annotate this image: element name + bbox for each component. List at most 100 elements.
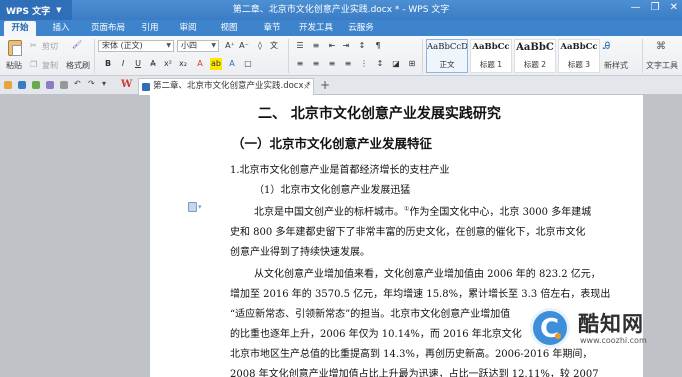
more-icon[interactable]: ▾ bbox=[102, 79, 106, 88]
body-line: 从文化创意产业增加值来看，文化创意产业增加值由 2006 年的 823.2 亿元… bbox=[254, 269, 601, 280]
body-line: 史和 800 多年建都史留下了非常丰富的历史文化，在创意的催化下，北京市文化 bbox=[230, 227, 586, 238]
tab-references[interactable]: 引用 bbox=[136, 21, 164, 36]
watermark: C 酷知网 www.coozhi.com bbox=[524, 300, 682, 377]
font-color-icon[interactable]: A bbox=[194, 58, 206, 70]
body-line: 北京是中国文创产业的标杆城市。①作为全国文化中心，北京 3000 多年建城 bbox=[254, 203, 591, 218]
heading-4: （1）北京市文化创意产业发展迅猛 bbox=[254, 185, 411, 196]
highlight-icon[interactable]: ab bbox=[210, 58, 222, 70]
sort-icon[interactable]: ↕ bbox=[356, 40, 368, 52]
italic-button[interactable]: I bbox=[117, 58, 129, 70]
watermark-brand: 酷知网 bbox=[578, 312, 644, 336]
wps-logo-icon: W bbox=[121, 79, 133, 90]
window-controls: — ❐ ✕ bbox=[631, 2, 678, 13]
text-effect-icon[interactable]: A bbox=[226, 58, 238, 70]
indent-increase-icon[interactable]: ⇥ bbox=[340, 40, 352, 52]
document-tab[interactable]: 第二章、北京市文化创意产业实践.docx * × bbox=[138, 78, 314, 95]
document-tab-bar: ↶ ↷ ▾ W 第二章、北京市文化创意产业实践.docx * × + bbox=[0, 76, 682, 95]
distributed-icon[interactable]: ⋮ bbox=[358, 58, 370, 70]
heading-1: 二、 北京市文化创意产业发展实践研究 bbox=[258, 106, 501, 122]
style-heading-3[interactable]: AaBbCc 标题 3 bbox=[558, 39, 600, 73]
grow-font-icon[interactable]: A⁺ bbox=[224, 40, 236, 52]
body-text: 北京是中国文创产业的标杆城市。 bbox=[254, 207, 404, 218]
tab-page-layout[interactable]: 页面布局 bbox=[86, 21, 130, 36]
strikethrough-icon[interactable]: A̶ bbox=[147, 58, 159, 70]
window-title: 第二章、北京市文化创意产业实践.docx * - WPS 文字 bbox=[232, 5, 450, 15]
char-border-icon[interactable]: ▢ bbox=[242, 58, 254, 70]
close-icon[interactable]: ✕ bbox=[670, 2, 678, 13]
tab-sections[interactable]: 章节 bbox=[258, 21, 286, 36]
tab-insert[interactable]: 插入 bbox=[44, 21, 78, 36]
superscript-icon[interactable]: x² bbox=[162, 58, 174, 70]
spellcheck-icon[interactable] bbox=[60, 81, 68, 89]
new-style-button[interactable]: 新样式 bbox=[604, 60, 628, 71]
align-right-icon[interactable]: ≡ bbox=[326, 58, 338, 70]
cut-button[interactable]: 剪切 bbox=[42, 41, 58, 52]
shrink-font-icon[interactable]: A⁻ bbox=[238, 40, 250, 52]
clear-format-icon[interactable]: ◊ bbox=[254, 40, 266, 52]
shading-icon[interactable]: ◪ bbox=[390, 58, 402, 70]
style-sample: AaBbCc bbox=[560, 42, 598, 52]
tab-review[interactable]: 审阅 bbox=[174, 21, 202, 36]
subscript-icon[interactable]: x₂ bbox=[177, 58, 189, 70]
font-name-value: 宋体 (正文) bbox=[102, 41, 143, 50]
logo-dot bbox=[555, 333, 561, 339]
align-left-icon[interactable]: ≡ bbox=[294, 58, 306, 70]
scissors-icon: ✂ bbox=[30, 41, 37, 50]
redo-icon[interactable]: ↷ bbox=[88, 79, 95, 88]
save-icon[interactable] bbox=[18, 81, 26, 89]
print-icon[interactable] bbox=[32, 81, 40, 89]
body-text: 作为全国文化中心，北京 3000 多年建城 bbox=[409, 207, 592, 218]
document-tab-label: 第二章、北京市文化创意产业实践.docx * bbox=[153, 81, 311, 91]
paste-button[interactable]: 粘贴 bbox=[6, 60, 22, 71]
font-name-select[interactable]: 宋体 (正文) ▼ bbox=[98, 40, 174, 52]
numbered-list-icon[interactable]: ≡ bbox=[310, 40, 322, 52]
tab-developer[interactable]: 开发工具 bbox=[296, 21, 336, 36]
tab-cloud[interactable]: 云服务 bbox=[344, 21, 378, 36]
title-bar: WPS 文字 ▼ 第二章、北京市文化创意产业实践.docx * - WPS 文字… bbox=[0, 0, 682, 20]
underline-button[interactable]: U bbox=[132, 58, 144, 70]
divider bbox=[94, 39, 95, 73]
tab-home[interactable]: 开始 bbox=[4, 21, 36, 36]
left-gutter bbox=[0, 95, 150, 377]
close-icon[interactable]: × bbox=[303, 79, 310, 94]
format-painter-button[interactable]: 格式刷 bbox=[66, 60, 90, 71]
undo-icon[interactable]: ↶ bbox=[74, 79, 81, 88]
style-heading-1[interactable]: AaBbCc 标题 1 bbox=[470, 39, 512, 73]
body-line: 的比重也逐年上升，2006 年仅为 10.14%，而 2016 年北京文化 bbox=[230, 329, 522, 340]
style-name: 标题 3 bbox=[567, 60, 591, 69]
preview-icon[interactable] bbox=[46, 81, 54, 89]
line-spacing-icon[interactable]: ↕ bbox=[374, 58, 386, 70]
align-center-icon[interactable]: ≡ bbox=[310, 58, 322, 70]
document-icon bbox=[142, 83, 150, 91]
style-heading-2[interactable]: AaBbC 标题 2 bbox=[514, 39, 556, 73]
logo-glyph: C bbox=[540, 314, 560, 344]
text-tools-icon: ⌘ bbox=[656, 41, 666, 52]
style-normal[interactable]: AaBbCcDd 正文 bbox=[426, 39, 468, 73]
paragraph-marker-icon[interactable] bbox=[188, 202, 197, 212]
style-name: 标题 2 bbox=[523, 60, 547, 69]
copy-button[interactable]: 复制 bbox=[42, 60, 58, 71]
open-icon[interactable] bbox=[4, 81, 12, 89]
tab-view[interactable]: 视图 bbox=[215, 21, 243, 36]
chevron-down-icon: ▾ bbox=[198, 203, 202, 211]
watermark-url: www.coozhi.com bbox=[580, 336, 647, 345]
style-sample: AaBbCc bbox=[472, 42, 510, 52]
copy-icon: ❐ bbox=[30, 60, 38, 69]
borders-icon[interactable]: ⊞ bbox=[406, 58, 418, 70]
phonetic-icon[interactable]: 文 bbox=[268, 40, 280, 52]
maximize-icon[interactable]: ❐ bbox=[651, 2, 660, 13]
body-line: 增加至 2016 年的 3570.5 亿元，年均增速 15.8%，累计增长至 3… bbox=[230, 289, 611, 300]
bullet-list-icon[interactable]: ☰ bbox=[294, 40, 306, 52]
divider bbox=[422, 39, 423, 73]
justify-icon[interactable]: ≡ bbox=[342, 58, 354, 70]
bold-button[interactable]: B bbox=[102, 58, 114, 70]
minimize-icon[interactable]: — bbox=[631, 2, 641, 13]
paste-icon[interactable] bbox=[8, 40, 22, 56]
heading-3: 1.北京市文化创意产业是首都经济增长的支柱产业 bbox=[230, 165, 450, 176]
new-tab-button[interactable]: + bbox=[320, 78, 330, 92]
show-marks-icon[interactable]: ¶ bbox=[372, 40, 384, 52]
font-size-select[interactable]: 小四 ▼ bbox=[177, 40, 219, 52]
coozhi-logo-icon: C bbox=[530, 308, 570, 348]
text-tools-button[interactable]: 文字工具 bbox=[646, 60, 678, 71]
indent-decrease-icon[interactable]: ⇤ bbox=[326, 40, 338, 52]
